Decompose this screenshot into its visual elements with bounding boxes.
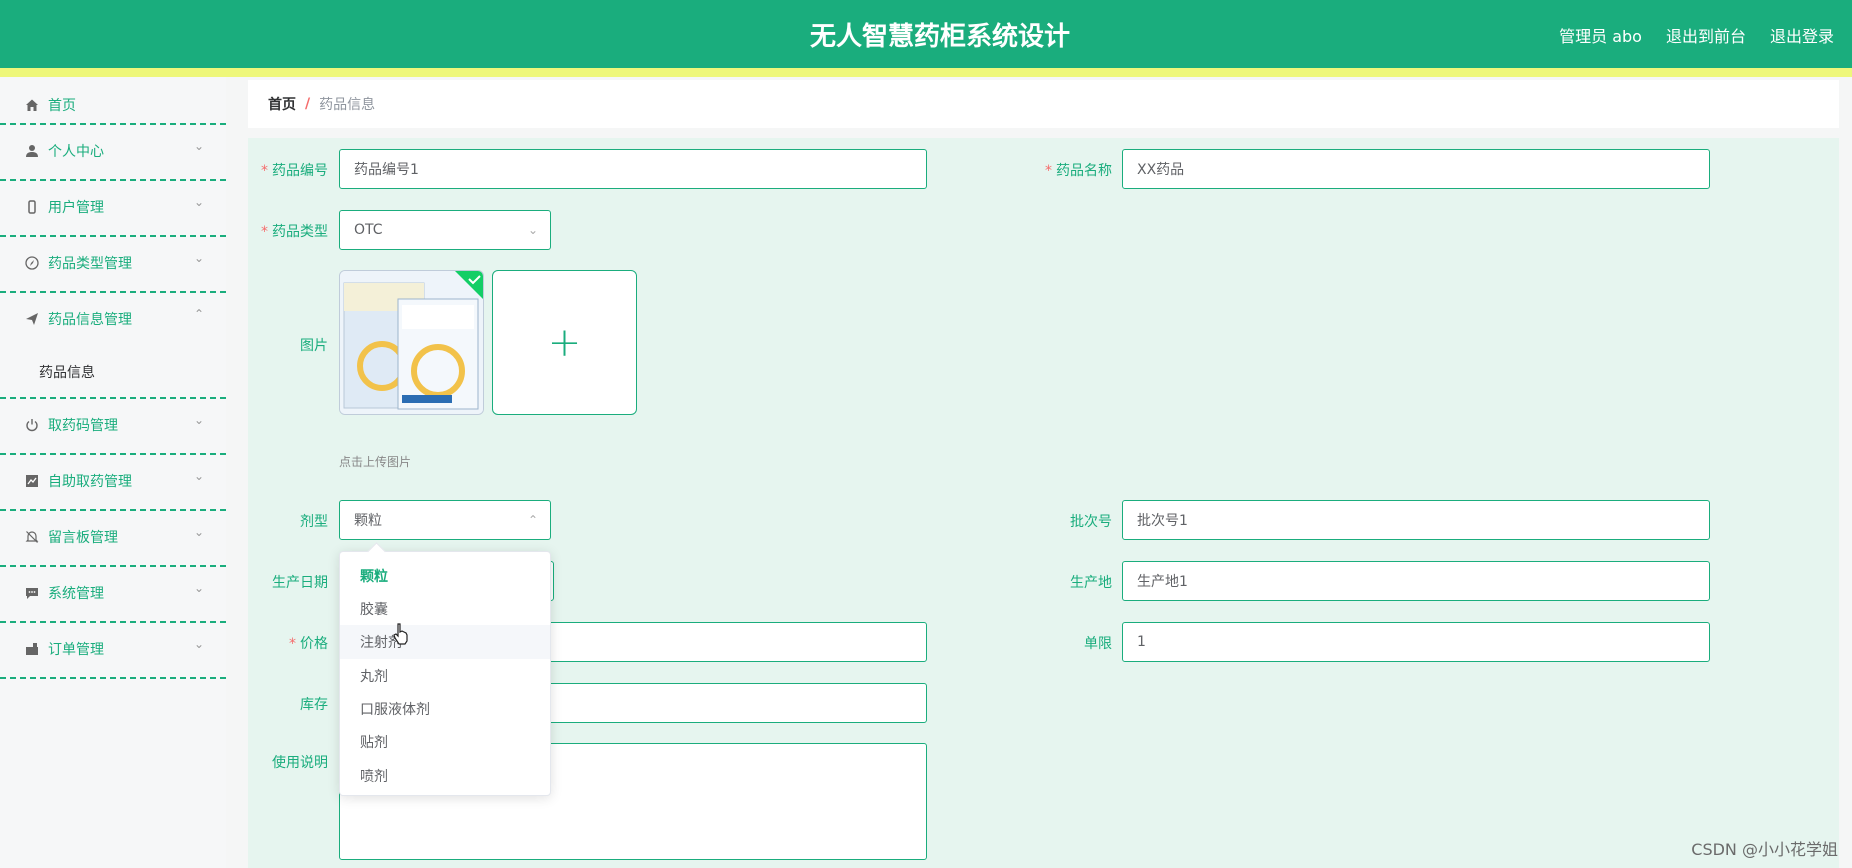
origin-label: 生产地 bbox=[1070, 575, 1112, 591]
dosage-dropdown: 颗粒 胶囊 注射剂 丸剂 口服液体剂 贴剂 喷剂 bbox=[339, 551, 551, 796]
chevron-up-icon: ⌃ bbox=[193, 307, 204, 321]
price-label: * 价格 bbox=[289, 636, 328, 652]
dosage-option[interactable]: 丸剂 bbox=[340, 659, 550, 693]
chevron-down-icon: ⌄ bbox=[193, 413, 204, 427]
dosage-option[interactable]: 颗粒 bbox=[340, 559, 550, 593]
dosage-select[interactable]: 颗粒 ⌃ bbox=[339, 500, 551, 540]
back-to-front-link[interactable]: 退出到前台 bbox=[1666, 23, 1746, 47]
sidebar-item-label: 首页 bbox=[48, 98, 76, 114]
sidebar-item-drug-types[interactable]: 药品类型管理 ⌄ bbox=[0, 235, 226, 291]
breadcrumb-current: 药品信息 bbox=[319, 97, 376, 113]
chevron-down-icon: ⌄ bbox=[193, 139, 204, 153]
sidebar-item-orders[interactable]: 订单管理 ⌄ bbox=[0, 621, 226, 677]
breadcrumb-home[interactable]: 首页 bbox=[268, 94, 296, 114]
production-date-label: 生产日期 bbox=[272, 575, 328, 591]
drug-code-label: * 药品编号 bbox=[261, 163, 328, 179]
drug-type-label: * 药品类型 bbox=[261, 224, 328, 240]
dosage-option[interactable]: 胶囊 bbox=[340, 592, 550, 626]
drug-code-input[interactable]: 药品编号1 bbox=[339, 149, 927, 189]
plus-icon: + bbox=[547, 319, 582, 366]
sidebar-subitem-drug-info[interactable]: 药品信息 bbox=[0, 350, 226, 394]
logout-link[interactable]: 退出登录 bbox=[1770, 23, 1834, 47]
sidebar-item-drug-info[interactable]: 药品信息管理 ⌃ bbox=[0, 291, 226, 347]
sidebar-item-users[interactable]: 用户管理 ⌄ bbox=[0, 179, 226, 235]
power-icon bbox=[24, 417, 40, 433]
chevron-down-icon: ⌄ bbox=[193, 469, 204, 483]
breadcrumb-separator: / bbox=[305, 96, 311, 112]
home-icon bbox=[24, 97, 40, 113]
origin-input[interactable]: 生产地1 bbox=[1122, 561, 1710, 601]
dosage-option[interactable]: 贴剂 bbox=[340, 725, 550, 759]
instructions-label: 使用说明 bbox=[272, 755, 328, 771]
admin-user-label[interactable]: 管理员 abo bbox=[1559, 23, 1642, 47]
sidebar-item-label: 取药码管理 bbox=[48, 418, 118, 434]
image-label: 图片 bbox=[300, 338, 328, 354]
sidebar-item-label: 留言板管理 bbox=[48, 530, 118, 546]
dosage-option[interactable]: 口服液体剂 bbox=[340, 692, 550, 726]
upload-add-button[interactable]: + bbox=[492, 270, 637, 415]
sidebar-item-label: 药品信息管理 bbox=[48, 312, 132, 328]
sidebar: 首页 个人中心 ⌄ 用户管理 ⌄ 药品类型管理 ⌄ 药品信息管理 ⌃ 药品信息 bbox=[0, 77, 226, 868]
phone-icon bbox=[24, 199, 40, 215]
batch-input[interactable]: 批次号1 bbox=[1122, 500, 1710, 540]
sidebar-item-self-pickup[interactable]: 自助取药管理 ⌄ bbox=[0, 453, 226, 509]
batch-label: 批次号 bbox=[1070, 514, 1112, 530]
dosage-option[interactable]: 注射剂 bbox=[340, 625, 550, 659]
drug-name-label: * 药品名称 bbox=[1045, 163, 1112, 179]
sidebar-item-pickup-code[interactable]: 取药码管理 ⌄ bbox=[0, 397, 226, 453]
watermark: CSDN @小小花学姐 bbox=[1691, 840, 1838, 859]
sidebar-item-label: 订单管理 bbox=[48, 642, 104, 658]
sidebar-item-message-board[interactable]: 留言板管理 ⌄ bbox=[0, 509, 226, 565]
sidebar-item-label: 个人中心 bbox=[48, 144, 104, 160]
chevron-down-icon: ⌄ bbox=[193, 251, 204, 265]
chevron-down-icon: ⌄ bbox=[527, 223, 538, 237]
chevron-down-icon: ⌄ bbox=[193, 525, 204, 539]
cart-icon bbox=[24, 641, 40, 657]
limit-label: 单限 bbox=[1084, 636, 1112, 652]
upload-tip: 点击上传图片 bbox=[339, 455, 412, 469]
dosage-option[interactable]: 喷剂 bbox=[340, 759, 550, 793]
breadcrumb: 首页 / 药品信息 bbox=[248, 80, 1839, 128]
bell-off-icon bbox=[24, 529, 40, 545]
chevron-down-icon: ⌄ bbox=[193, 637, 204, 651]
limit-input[interactable]: 1 bbox=[1122, 622, 1710, 662]
chart-icon bbox=[24, 473, 40, 489]
user-icon bbox=[24, 143, 40, 159]
drug-type-select[interactable]: OTC ⌄ bbox=[339, 210, 551, 250]
chevron-down-icon: ⌄ bbox=[193, 195, 204, 209]
drug-name-input[interactable]: XX药品 bbox=[1122, 149, 1710, 189]
sidebar-divider bbox=[0, 677, 226, 679]
dosage-label: 剂型 bbox=[300, 514, 328, 530]
hand-cursor-icon bbox=[393, 623, 408, 645]
sidebar-item-label: 药品类型管理 bbox=[48, 256, 132, 272]
stock-label: 库存 bbox=[300, 697, 328, 713]
header-accent-strip bbox=[0, 68, 1852, 77]
uploaded-drug-image[interactable] bbox=[339, 270, 484, 415]
chevron-up-icon: ⌃ bbox=[527, 513, 538, 527]
chevron-down-icon: ⌄ bbox=[193, 581, 204, 595]
sidebar-item-label: 用户管理 bbox=[48, 200, 104, 216]
top-header: 无人智慧药柜系统设计 管理员 abo 退出到前台 退出登录 bbox=[0, 0, 1852, 68]
message-icon bbox=[24, 585, 40, 601]
sidebar-item-personal[interactable]: 个人中心 ⌄ bbox=[0, 123, 226, 179]
sidebar-item-label: 系统管理 bbox=[48, 586, 104, 602]
sidebar-item-label: 自助取药管理 bbox=[48, 474, 132, 490]
header-links: 管理员 abo 退出到前台 退出登录 bbox=[1559, 23, 1834, 47]
send-icon bbox=[24, 311, 40, 327]
sidebar-item-system[interactable]: 系统管理 ⌄ bbox=[0, 565, 226, 621]
compass-icon bbox=[24, 255, 40, 271]
